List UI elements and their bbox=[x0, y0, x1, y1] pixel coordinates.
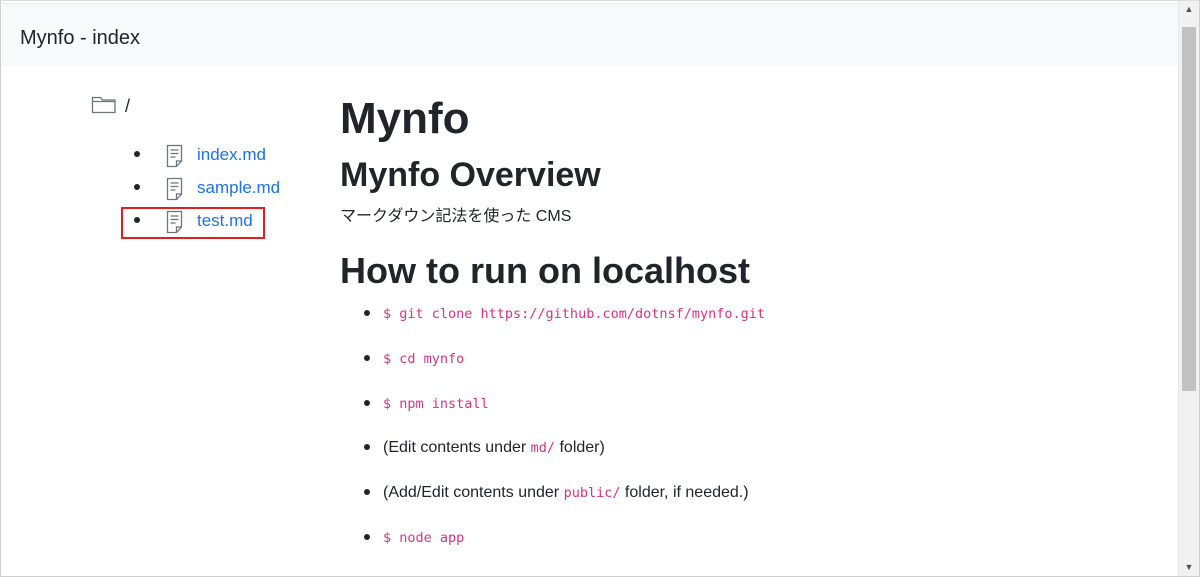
list-bullet bbox=[364, 489, 370, 496]
list-bullet bbox=[134, 184, 140, 190]
step-item: $ git clone https://github.com/dotnsf/my… bbox=[340, 304, 1140, 349]
folder-row[interactable]: / bbox=[91, 94, 130, 118]
overview-heading: Mynfo Overview bbox=[340, 156, 601, 194]
step-item: $ node app bbox=[340, 528, 1140, 573]
file-list-item: index.md bbox=[91, 141, 291, 174]
step-code: md/ bbox=[530, 440, 556, 457]
scroll-down-arrow-icon[interactable]: ▼ bbox=[1179, 559, 1199, 576]
howto-heading: How to run on localhost bbox=[340, 250, 750, 291]
vertical-scrollbar[interactable]: ▲ ▼ bbox=[1178, 1, 1199, 576]
step-item: $ npm install bbox=[340, 394, 1140, 439]
folder-icon bbox=[91, 94, 117, 119]
step-code: $ npm install bbox=[383, 395, 489, 412]
step-text-after: folder, if needed.) bbox=[620, 484, 749, 502]
file-list-item: sample.md bbox=[91, 174, 291, 207]
scroll-up-arrow-icon[interactable]: ▲ bbox=[1179, 1, 1199, 18]
step-text-after: folder) bbox=[555, 439, 605, 457]
step-code: $ git clone https://github.com/dotnsf/my… bbox=[383, 306, 766, 322]
list-bullet bbox=[364, 533, 370, 540]
step-item: (Edit contents under md/ folder) bbox=[340, 438, 1140, 483]
highlight-box bbox=[121, 207, 265, 239]
page-title: Mynfo bbox=[340, 94, 470, 143]
browser-window: Mynfo - index / index.md sample.md test.… bbox=[0, 0, 1200, 577]
step-item: (Add/Edit contents under public/ folder,… bbox=[340, 483, 1140, 528]
step-item: $ cd mynfo bbox=[340, 349, 1140, 394]
file-link-index[interactable]: index.md bbox=[197, 145, 266, 165]
step-text-before: (Add/Edit contents under bbox=[383, 484, 564, 502]
list-bullet bbox=[364, 444, 370, 451]
folder-label: / bbox=[125, 95, 131, 116]
scrollbar-thumb[interactable] bbox=[1182, 27, 1196, 391]
step-code: $ cd mynfo bbox=[383, 350, 465, 367]
list-bullet bbox=[134, 151, 140, 157]
list-bullet bbox=[364, 354, 370, 361]
file-icon bbox=[164, 177, 186, 201]
list-bullet bbox=[364, 310, 370, 316]
navbar-brand[interactable]: Mynfo - index bbox=[20, 25, 140, 51]
step-text-before: (Edit contents under bbox=[383, 439, 531, 457]
step-code: public/ bbox=[563, 485, 621, 502]
steps-list: $ git clone https://github.com/dotnsf/my… bbox=[340, 304, 1140, 573]
file-link-sample[interactable]: sample.md bbox=[197, 178, 280, 198]
list-bullet bbox=[364, 399, 370, 406]
overview-text: マークダウン記法を使った CMS bbox=[340, 208, 572, 225]
step-code: $ node app bbox=[383, 529, 465, 546]
navbar: Mynfo - index bbox=[2, 3, 1178, 66]
file-icon bbox=[164, 144, 186, 168]
